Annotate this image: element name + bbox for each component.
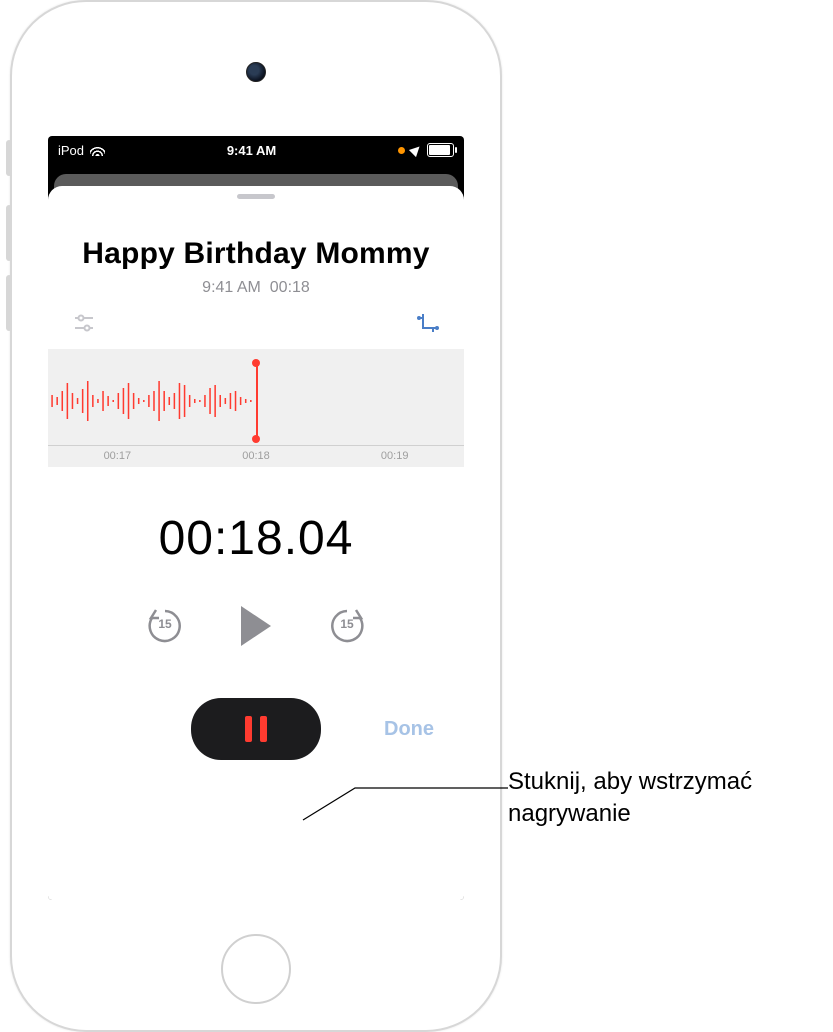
waveform-scrubber[interactable]: 00:17 00:18 00:19 (48, 349, 464, 467)
playback-settings-icon[interactable] (72, 311, 96, 335)
waveform-tick: 00:17 (48, 445, 187, 467)
home-button[interactable] (221, 934, 291, 1004)
wifi-icon (90, 145, 105, 156)
carrier-label: iPod (58, 143, 84, 158)
pause-recording-button[interactable] (191, 698, 321, 760)
skip-back-15-button[interactable]: 15 (145, 606, 185, 646)
trim-icon[interactable] (416, 311, 440, 335)
callout-leader-line (295, 780, 510, 825)
waveform-tick: 00:19 (325, 445, 464, 467)
done-button[interactable]: Done (384, 718, 434, 740)
volume-down-button (6, 275, 12, 331)
skip-forward-15-button[interactable]: 15 (327, 606, 367, 646)
battery-icon (427, 143, 454, 157)
playhead-handle-top[interactable] (252, 359, 260, 367)
recording-subtitle: 9:41 AM 00:18 (48, 279, 464, 297)
ipod-touch-device: iPod 9:41 AM Happy Birthday Mommy 9:41 A… (10, 0, 502, 1032)
recording-indicator-icon (398, 147, 405, 154)
pause-icon (260, 716, 267, 742)
front-camera (246, 62, 266, 82)
playhead-handle-bottom[interactable] (252, 435, 260, 443)
waveform-tick: 00:18 (187, 445, 326, 467)
skip-back-label: 15 (145, 617, 185, 631)
location-icon (409, 143, 423, 157)
callout-text: Stuknij, aby wstrzymać nagrywanie (508, 766, 828, 831)
recording-title[interactable]: Happy Birthday Mommy (48, 237, 464, 271)
volume-up-button (6, 205, 12, 261)
status-time: 9:41 AM (227, 143, 276, 158)
play-button[interactable] (241, 606, 271, 646)
skip-forward-label: 15 (327, 617, 367, 631)
waveform (48, 373, 252, 429)
pause-icon (245, 716, 252, 742)
elapsed-time: 00:18.04 (48, 511, 464, 566)
status-bar: iPod 9:41 AM (48, 136, 464, 164)
mute-switch (6, 140, 12, 176)
recording-duration: 00:18 (270, 279, 310, 296)
playhead-line (256, 363, 258, 439)
recording-time-created: 9:41 AM (202, 279, 261, 296)
sheet-grabber[interactable] (237, 194, 275, 199)
